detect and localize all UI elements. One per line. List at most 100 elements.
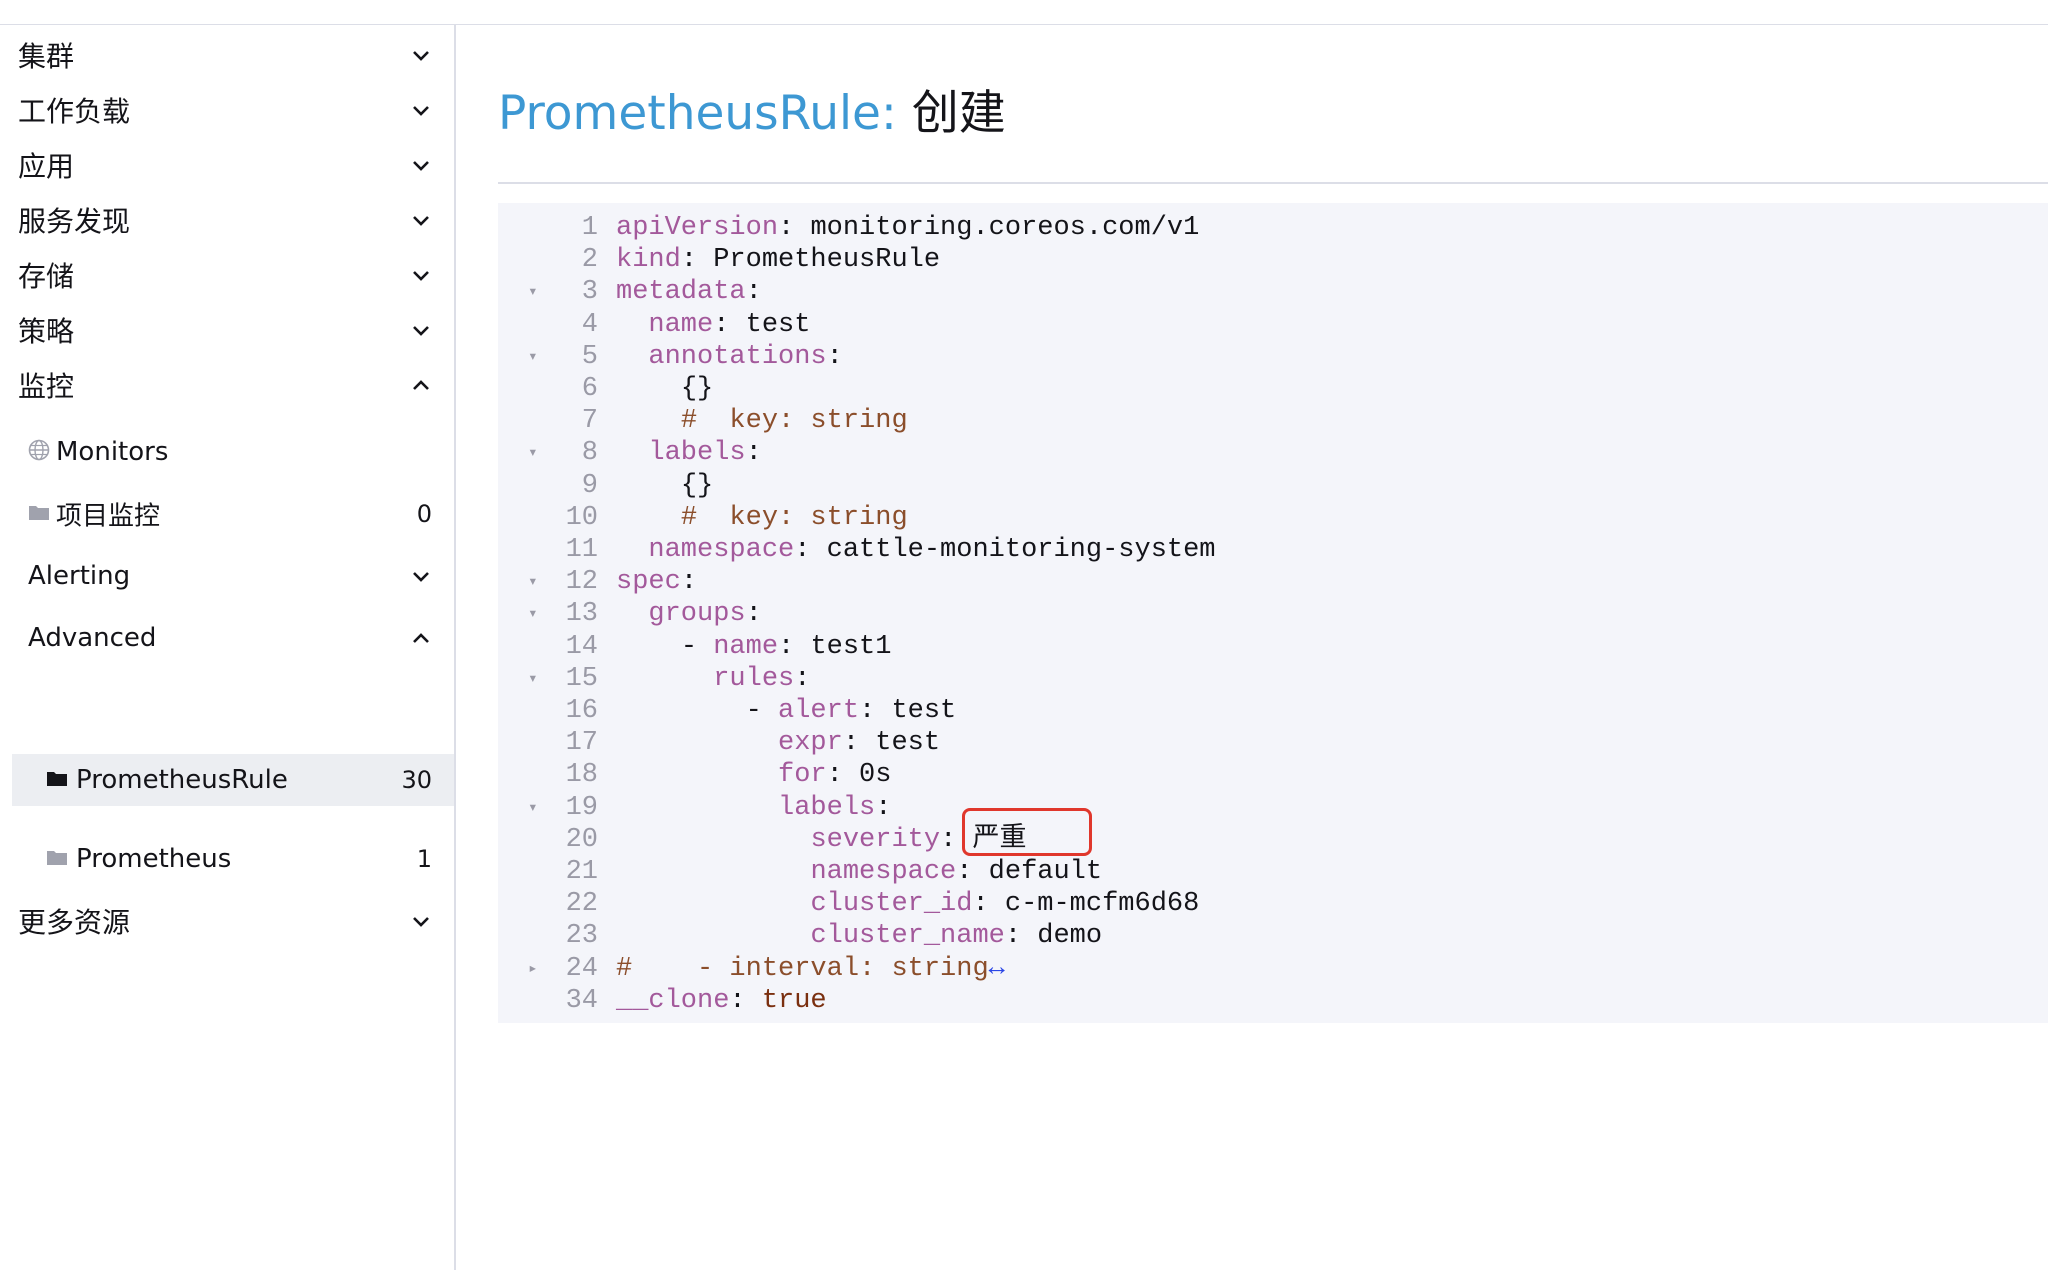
code-line[interactable]: ▾ 13 groups: bbox=[498, 598, 2048, 630]
code-line[interactable]: 10 # key: string bbox=[498, 502, 2048, 534]
code-text: - name: test1 bbox=[616, 631, 892, 663]
code-text: for: 0s bbox=[616, 759, 891, 791]
sidebar-item-prometheus[interactable]: Prometheus 1 bbox=[0, 833, 454, 885]
sidebar-group-label: 监控 bbox=[18, 370, 75, 403]
sidebar-item-label: Advanced bbox=[28, 623, 157, 653]
code-line[interactable]: 22 cluster_id: c-m-mcfm6d68 bbox=[498, 888, 2048, 920]
line-number: 19 bbox=[565, 792, 598, 823]
sidebar-item-label: Alerting bbox=[28, 561, 131, 591]
code-line[interactable]: 2 kind: PrometheusRule bbox=[498, 244, 2048, 276]
fold-expanded-icon[interactable]: ▾ bbox=[528, 341, 544, 373]
yaml-key: labels bbox=[648, 438, 746, 469]
line-number: 24 bbox=[565, 953, 598, 984]
yaml-value: true bbox=[761, 985, 827, 1016]
code-line[interactable]: 23 cluster_name: demo bbox=[498, 920, 2048, 952]
yaml-value: test bbox=[875, 728, 941, 759]
code-text: annotations: bbox=[616, 341, 842, 373]
code-line[interactable]: ▾ 8 labels: bbox=[498, 437, 2048, 469]
yaml-value: {} bbox=[680, 374, 714, 404]
code-line[interactable]: 14 - name: test1 bbox=[498, 631, 2048, 663]
code-line[interactable]: ▾ 5 annotations: bbox=[498, 341, 2048, 373]
yaml-key: cluster_name bbox=[810, 921, 1005, 952]
code-line[interactable]: ▾ 15 rules: bbox=[498, 663, 2048, 695]
line-number: 7 bbox=[581, 406, 598, 437]
code-line[interactable]: 4 name: test bbox=[498, 309, 2048, 341]
sidebar-group-monitoring[interactable]: 监控 bbox=[0, 355, 454, 415]
chevron-up-icon bbox=[410, 374, 432, 396]
sidebar-group-more-resources[interactable]: 更多资源 bbox=[0, 891, 454, 951]
yaml-key: labels bbox=[778, 792, 876, 823]
code-line[interactable]: ▾ 12 spec: bbox=[498, 566, 2048, 598]
code-line[interactable]: 7 # key: string bbox=[498, 405, 2048, 437]
sidebar-item-project-monitors[interactable]: 项目监控 0 bbox=[0, 488, 454, 540]
yaml-separator: : bbox=[794, 535, 827, 565]
fold-collapsed-icon[interactable]: ▸ bbox=[528, 953, 544, 985]
fold-expanded-icon[interactable]: ▾ bbox=[528, 598, 544, 630]
code-line[interactable]: 21 namespace: default bbox=[498, 856, 2048, 888]
yaml-separator: : bbox=[680, 567, 698, 598]
code-text: {} bbox=[616, 373, 713, 405]
code-line[interactable]: ▾ 3 metadata: bbox=[498, 276, 2048, 308]
sidebar-group-policy[interactable]: 策略 bbox=[0, 300, 454, 360]
sidebar-group-label: 集群 bbox=[18, 40, 75, 73]
chevron-down-icon bbox=[410, 319, 432, 341]
line-number: 5 bbox=[581, 341, 598, 372]
fold-expanded-icon[interactable]: ▾ bbox=[528, 792, 544, 824]
code-line[interactable]: 18 for: 0s bbox=[498, 759, 2048, 791]
yaml-separator: : bbox=[745, 599, 762, 630]
yaml-key: name bbox=[713, 631, 779, 662]
line-number: 17 bbox=[565, 728, 598, 759]
code-text: __clone: true bbox=[616, 985, 827, 1017]
line-number: 14 bbox=[565, 631, 598, 662]
sidebar-item-monitors[interactable]: Monitors bbox=[0, 426, 454, 478]
code-text: rules: bbox=[616, 663, 810, 695]
fold-expanded-icon[interactable]: ▾ bbox=[528, 566, 544, 598]
code-text: cluster_name: demo bbox=[616, 920, 1102, 952]
code-text: # - interval: string↔ bbox=[616, 953, 1005, 985]
line-number: 8 bbox=[581, 438, 598, 469]
code-line[interactable]: ▸ 24 # - interval: string↔ bbox=[498, 953, 2048, 985]
item-count: 1 bbox=[416, 845, 432, 873]
sidebar-item-label: 项目监控 bbox=[56, 501, 161, 532]
yaml-separator: : bbox=[956, 857, 989, 887]
code-line[interactable]: 34 __clone: true bbox=[498, 985, 2048, 1017]
sidebar-group-storage[interactable]: 存储 bbox=[0, 245, 454, 305]
line-number: 34 bbox=[565, 985, 598, 1016]
fold-expanded-icon[interactable]: ▾ bbox=[528, 663, 544, 695]
sidebar-group-label: 服务发现 bbox=[18, 205, 131, 238]
sidebar-group-service-discovery[interactable]: 服务发现 bbox=[0, 190, 454, 250]
yaml-value: monitoring.coreos.com/v1 bbox=[810, 213, 1200, 243]
code-text: metadata: bbox=[616, 276, 762, 308]
code-line[interactable]: 9 {} bbox=[498, 470, 2048, 502]
yaml-editor[interactable]: 1 apiVersion: monitoring.coreos.com/v1 2 ki… bbox=[498, 203, 2048, 1023]
code-line[interactable]: 20 severity: 严重 bbox=[498, 824, 2048, 856]
chevron-down-icon bbox=[410, 565, 432, 587]
sidebar-item-prometheus-rule[interactable]: PrometheusRule 30 bbox=[12, 754, 454, 806]
code-text: # key: string bbox=[616, 502, 908, 534]
fold-expanded-icon[interactable]: ▾ bbox=[528, 437, 544, 469]
yaml-list-dash: - bbox=[745, 696, 779, 726]
code-line[interactable]: 16 - alert: test bbox=[498, 695, 2048, 727]
sidebar-group-advanced[interactable]: Advanced bbox=[0, 612, 454, 664]
sidebar-group-cluster[interactable]: 集群 bbox=[0, 25, 454, 85]
line-number: 9 bbox=[581, 470, 598, 501]
sidebar-group-label: 策略 bbox=[18, 315, 75, 348]
yaml-separator: : bbox=[859, 696, 892, 726]
sidebar-group-apps[interactable]: 应用 bbox=[0, 135, 454, 195]
yaml-key: metadata bbox=[616, 277, 746, 308]
line-number: 6 bbox=[581, 374, 598, 404]
yaml-separator: : bbox=[680, 245, 714, 276]
sidebar-group-workloads[interactable]: 工作负载 bbox=[0, 80, 454, 140]
code-line[interactable]: 1 apiVersion: monitoring.coreos.com/v1 bbox=[498, 212, 2048, 244]
code-line[interactable]: ▾ 19 labels: bbox=[498, 792, 2048, 824]
folder-icon bbox=[46, 848, 68, 870]
folded-range-marker-icon[interactable]: ↔ bbox=[989, 954, 1005, 984]
page-title: PrometheusRule: 创建 bbox=[498, 82, 1006, 146]
line-number: 12 bbox=[565, 567, 598, 598]
code-line[interactable]: 11 namespace: cattle-monitoring-system bbox=[498, 534, 2048, 566]
sidebar-group-alerting[interactable]: Alerting bbox=[0, 550, 454, 602]
code-line[interactable]: 17 expr: test bbox=[498, 727, 2048, 759]
yaml-separator: : bbox=[794, 663, 811, 694]
code-line[interactable]: 6 {} bbox=[498, 373, 2048, 405]
fold-expanded-icon[interactable]: ▾ bbox=[528, 276, 544, 308]
